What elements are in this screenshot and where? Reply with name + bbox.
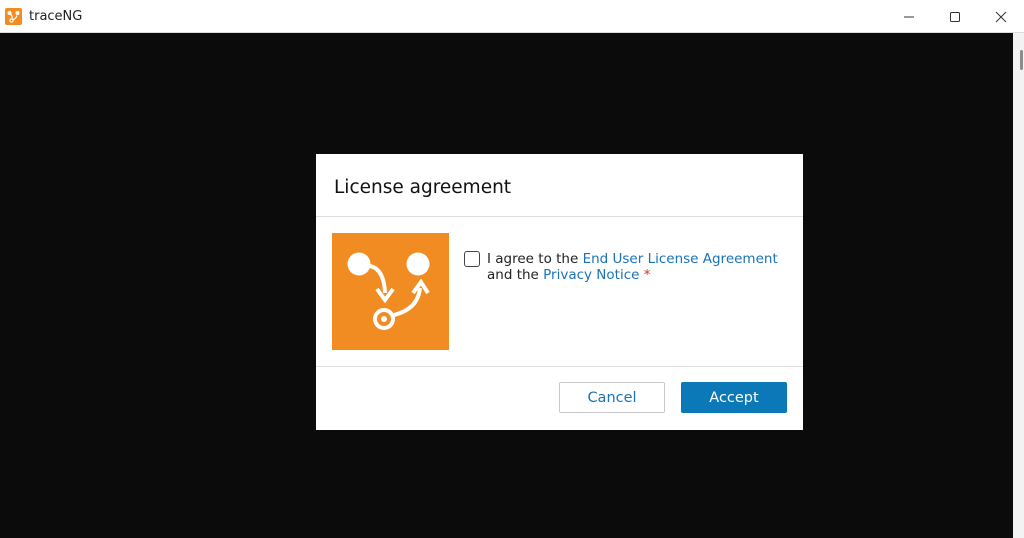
window-title: traceNG	[29, 9, 83, 24]
maximize-button[interactable]	[932, 0, 978, 33]
dialog-header-divider	[316, 216, 803, 217]
minimize-icon	[904, 16, 914, 17]
title-bar[interactable]: traceNG	[0, 0, 1024, 33]
cancel-button[interactable]: Cancel	[559, 382, 665, 413]
traceng-logo-icon	[5, 8, 22, 25]
traceng-route-icon	[347, 252, 430, 330]
privacy-notice-link[interactable]: Privacy Notice	[543, 267, 639, 283]
agree-checkbox[interactable]	[464, 251, 480, 267]
license-dialog: License agreement I agree to the End Use…	[316, 154, 803, 430]
close-icon	[995, 11, 1007, 22]
app-window: traceNG License agreement I agree to the…	[0, 0, 1024, 538]
dialog-title: License agreement	[334, 177, 512, 198]
scrollbar-thumb[interactable]	[1020, 50, 1023, 70]
vertical-scrollbar[interactable]	[1013, 33, 1024, 538]
agreement-middle: and the	[487, 267, 544, 283]
minimize-button[interactable]	[886, 0, 932, 33]
maximize-icon	[950, 11, 960, 22]
agreement-prefix: I agree to the	[487, 251, 583, 267]
agreement-text: I agree to the End User License Agreemen…	[487, 251, 787, 283]
dialog-footer-divider	[316, 366, 803, 367]
required-marker: *	[643, 267, 651, 283]
accept-button[interactable]: Accept	[681, 382, 787, 413]
eula-link[interactable]: End User License Agreement	[583, 251, 778, 267]
product-logo	[332, 233, 449, 350]
close-button[interactable]	[978, 0, 1024, 33]
